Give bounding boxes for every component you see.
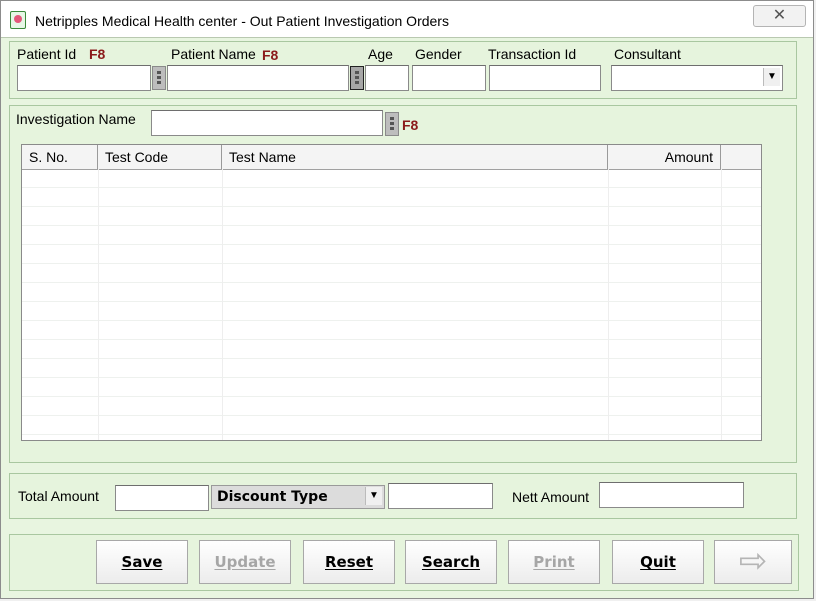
next-arrow-icon: ⇨ (738, 541, 768, 581)
update-button[interactable]: Update (199, 540, 291, 584)
app-window: Netripples Medical Health center - Out P… (0, 0, 814, 599)
save-button[interactable]: Save (96, 540, 188, 584)
app-flower-icon (10, 11, 26, 29)
window-title: Netripples Medical Health center - Out P… (35, 13, 449, 29)
col-header-test-name[interactable]: Test Name (222, 145, 608, 169)
discount-type-value: Discount Type (217, 489, 328, 505)
patient-name-label: Patient Name (171, 46, 256, 62)
patient-id-input[interactable] (17, 65, 151, 91)
next-button[interactable]: ⇨ (714, 540, 792, 584)
transaction-id-input[interactable] (489, 65, 601, 91)
investigation-grid[interactable]: S. No. Test Code Test Name Amount (21, 144, 762, 441)
investigation-name-label: Investigation Name (16, 111, 136, 127)
quit-button[interactable]: Quit (612, 540, 704, 584)
search-button[interactable]: Search (405, 540, 497, 584)
grid-col-divider (98, 169, 99, 440)
consultant-label: Consultant (614, 46, 681, 62)
grid-col-divider (608, 169, 609, 440)
gender-label: Gender (415, 46, 462, 62)
col-header-sno[interactable]: S. No. (22, 145, 98, 169)
total-amount-label: Total Amount (18, 488, 99, 504)
title-bar: Netripples Medical Health center - Out P… (1, 1, 813, 38)
chevron-down-icon[interactable]: ▼ (365, 487, 382, 505)
age-label: Age (368, 46, 393, 62)
col-header-test-code[interactable]: Test Code (98, 145, 222, 169)
nett-amount-input[interactable] (599, 482, 744, 508)
age-input[interactable] (365, 65, 409, 91)
close-button[interactable]: ✕ (753, 5, 806, 27)
discount-type-select[interactable]: Discount Type ▼ (211, 485, 385, 509)
total-amount-input[interactable] (115, 485, 209, 511)
col-header-filler (721, 145, 761, 169)
close-icon: ✕ (772, 7, 787, 24)
consultant-select[interactable]: ▼ (611, 65, 783, 91)
patient-name-input[interactable] (167, 65, 349, 91)
col-header-amount[interactable]: Amount (608, 145, 721, 169)
grid-body[interactable] (22, 169, 761, 440)
investigation-name-input[interactable] (151, 110, 383, 136)
nett-amount-label: Nett Amount (512, 489, 590, 505)
patient-name-lookup-button[interactable] (350, 66, 364, 90)
grid-col-divider (721, 169, 722, 440)
investigation-f8-hint: F8 (402, 117, 419, 133)
patient-id-lookup-button[interactable] (152, 66, 166, 90)
patient-name-f8-hint: F8 (262, 47, 279, 63)
patient-id-label: Patient Id (17, 46, 77, 62)
reset-button[interactable]: Reset (303, 540, 395, 584)
discount-value-input[interactable] (388, 483, 493, 509)
grid-col-divider (222, 169, 223, 440)
transaction-id-label: Transaction Id (488, 46, 577, 62)
patient-id-f8-hint: F8 (89, 46, 106, 62)
gender-input[interactable] (412, 65, 486, 91)
print-button[interactable]: Print (508, 540, 600, 584)
investigation-lookup-button[interactable] (385, 112, 399, 136)
chevron-down-icon[interactable]: ▼ (763, 68, 780, 86)
grid-header: S. No. Test Code Test Name Amount (22, 145, 761, 170)
